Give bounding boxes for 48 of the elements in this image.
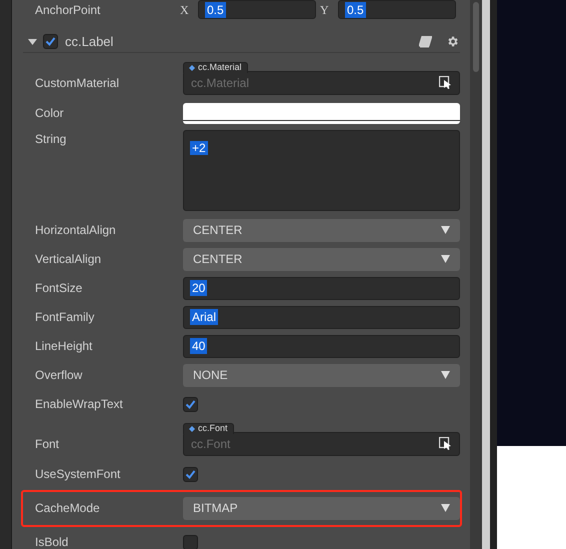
color-swatch[interactable]: [183, 102, 460, 124]
number-field[interactable]: 0.5: [198, 0, 316, 19]
type-tag-text: cc.Font: [198, 424, 228, 433]
property-label: UseSystemFont: [35, 466, 122, 483]
property-label: FontSize: [35, 280, 84, 297]
input-field[interactable]: Arial: [183, 306, 460, 328]
property-label: CustomMaterial: [35, 74, 120, 92]
collapse-caret-icon[interactable]: [28, 38, 37, 45]
property-label: FontFamily: [35, 309, 96, 326]
property-label: IsBold: [35, 534, 70, 549]
axis-label: Y: [320, 2, 330, 18]
input-field[interactable]: 20: [183, 276, 460, 300]
checkmark-icon: [185, 468, 196, 480]
text-area[interactable]: +2: [183, 130, 460, 210]
dropdown[interactable]: CENTER: [183, 218, 460, 242]
dropdown[interactable]: NONE: [183, 364, 460, 386]
property-label: VerticalAlign: [35, 251, 102, 268]
checkmark-icon: [45, 36, 56, 48]
number-field[interactable]: 0.5: [338, 0, 456, 19]
property-label: Font: [35, 436, 60, 452]
dropdown-arrow-icon: [441, 504, 450, 512]
checkbox[interactable]: [43, 34, 58, 50]
property-label: AnchorPoint: [35, 2, 102, 18]
checkbox[interactable]: [183, 534, 198, 549]
property-label: HorizontalAlign: [35, 222, 117, 239]
property-label: Color: [35, 105, 65, 122]
settings-icon[interactable]: [446, 35, 459, 48]
scrollbar-thumb[interactable]: [473, 2, 479, 72]
property-label: EnableWrapText: [35, 396, 124, 413]
dropdown[interactable]: CENTER: [183, 248, 460, 270]
checkbox[interactable]: [183, 466, 198, 482]
property-label: Overflow: [35, 367, 84, 384]
property-label: CacheMode: [35, 500, 101, 517]
axis-label: X: [180, 2, 190, 18]
input-field[interactable]: 40: [183, 334, 460, 358]
component-title: cc.Label: [65, 33, 114, 51]
dropdown[interactable]: BITMAP: [183, 496, 460, 520]
picker-icon[interactable]: [439, 76, 452, 89]
dropdown-arrow-icon: [441, 226, 450, 234]
checkmark-icon: [185, 398, 196, 410]
picker-icon[interactable]: [439, 437, 452, 450]
dropdown-arrow-icon: [441, 255, 450, 263]
panel-splitter[interactable]: [482, 0, 497, 549]
checkbox[interactable]: [183, 396, 198, 412]
property-label: LineHeight: [35, 338, 94, 355]
property-label: String: [35, 130, 68, 148]
type-tag-text: cc.Material: [198, 63, 242, 72]
dropdown-arrow-icon: [441, 371, 450, 379]
